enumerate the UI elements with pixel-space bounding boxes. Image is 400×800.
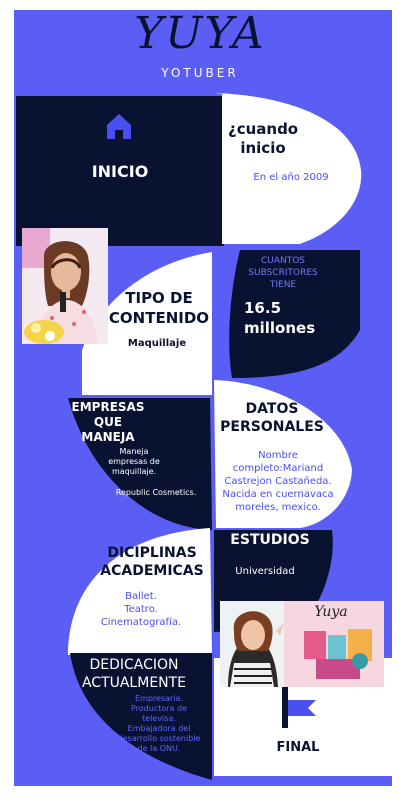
flag-icon bbox=[282, 686, 316, 728]
contenido-title: TIPO DE CONTENIDO bbox=[108, 289, 210, 327]
empresas-text1: Maneja empresas de maquillaje. bbox=[108, 447, 160, 476]
empresas-text2: Republic Cosmetics. bbox=[115, 488, 197, 497]
photo-logo-text: Yuya bbox=[314, 604, 348, 620]
cuando-question: ¿cuando inicio bbox=[228, 120, 299, 157]
diciplinas-title: DICIPLINAS ACADEMICAS bbox=[100, 545, 204, 579]
dedicacion-title: DEDICACION ACTUALMENTE bbox=[81, 657, 187, 691]
estudios-text: Universidad bbox=[235, 566, 295, 577]
subscribers-value: 16.5 millones bbox=[244, 299, 316, 337]
yuya-products-photo bbox=[220, 601, 384, 687]
empresas-title: EMPRESAS QUE MANEJA bbox=[71, 400, 145, 444]
final-label: FINAL bbox=[276, 740, 320, 755]
infographic-canvas: YUYA YOTUBER INICIO FINAL ¿cuando inicio… bbox=[0, 0, 400, 800]
dedicacion-text: Empresaria. Productora de televisa. Emba… bbox=[117, 694, 201, 753]
estudios-title: ESTUDIOS bbox=[230, 532, 310, 548]
datos-text: Nombre completo:Mariand Castrejon Castañ… bbox=[222, 450, 334, 513]
diciplinas-text: Ballet. Teatro. Cinematografía. bbox=[100, 591, 182, 628]
cuando-segment bbox=[216, 93, 362, 244]
datos-title: DATOS PERSONALES bbox=[220, 401, 324, 435]
subscribers-label: CUANTOS SUBSCRITORES TIENE bbox=[248, 256, 318, 290]
yuya-photo bbox=[22, 228, 108, 344]
contenido-value: Maquillaje bbox=[127, 338, 187, 349]
cuando-answer: En el año 2009 bbox=[253, 172, 329, 183]
